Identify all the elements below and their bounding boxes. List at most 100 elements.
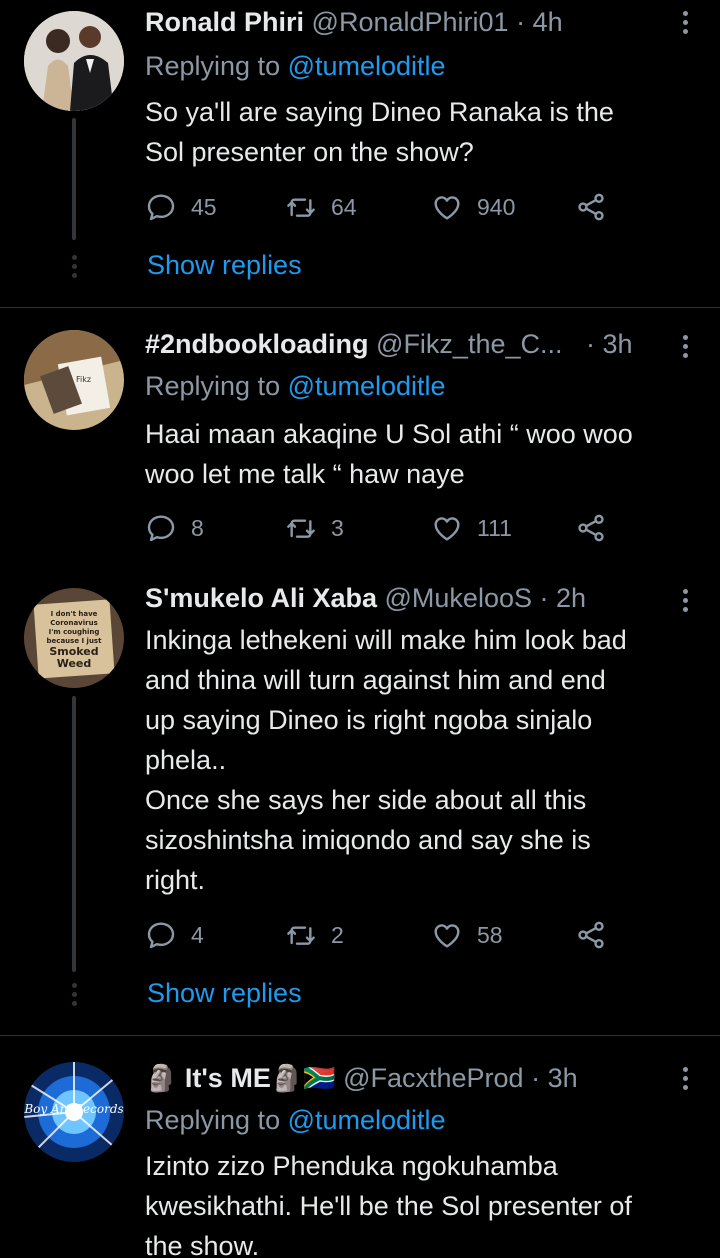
more-vertical-icon[interactable] — [680, 332, 690, 362]
tweet-text-line: Haai maan akaqine U Sol athi “ woo woo — [145, 419, 633, 449]
avatar-sign-line: I don't have — [50, 610, 98, 618]
avatar-sign-line: Coronavirus — [50, 619, 98, 627]
avatar-text: Boy Art Records — [24, 1102, 124, 1116]
thread-dots — [70, 255, 78, 282]
thread-line — [72, 696, 76, 972]
reply-count: 8 — [191, 514, 204, 541]
tweet-ronald-phiri[interactable]: Ronald Phiri @RonaldPhiri01 · 4h Replyin… — [0, 0, 720, 308]
display-name[interactable]: S'mukelo Ali Xaba — [145, 583, 377, 613]
reply-button[interactable]: 8 — [145, 508, 204, 548]
action-bar: 8 3 111 — [145, 508, 625, 548]
avatar-sign-line: Weed — [56, 657, 92, 670]
tweet-text-line: and thina will turn against him and end — [145, 665, 606, 695]
user-handle[interactable]: @FacxtheProd — [343, 1063, 523, 1093]
separator-dot: · — [516, 7, 526, 37]
mention-link[interactable]: @tumeloditle — [288, 371, 446, 401]
tweet-smukelo-ali-xaba[interactable]: I don't have Coronavirus I'm coughing be… — [0, 572, 720, 1034]
heart-icon — [434, 924, 460, 948]
timestamp[interactable]: 3h — [603, 329, 633, 359]
share-icon — [578, 514, 604, 542]
reply-count: 4 — [191, 921, 204, 948]
retweet-icon — [287, 926, 315, 945]
tweet-text: So ya'll are saying Dineo Ranaka is the … — [145, 92, 705, 172]
tweet-text-line: Once she says her side about all this — [145, 785, 587, 815]
share-button[interactable] — [575, 187, 607, 227]
replying-to: Replying to @tumeloditle — [145, 366, 446, 406]
replying-prefix: Replying to — [145, 51, 288, 81]
tweet-its-me[interactable]: Boy Art Records 🗿 It's ME🗿🇿🇦 @FacxthePro… — [0, 1036, 720, 1258]
timestamp[interactable]: 2h — [556, 583, 586, 613]
mention-link[interactable]: @tumeloditle — [288, 51, 446, 81]
tweet-header: 🗿 It's ME🗿🇿🇦 @FacxtheProd · 3h — [145, 1058, 578, 1098]
tweet-text-line: Inkinga lethekeni will make him look bad — [145, 625, 627, 655]
tweet-text-line: Izinto zizo Phenduka ngokuhamba — [145, 1151, 558, 1181]
thread-dots — [70, 983, 78, 1010]
reply-icon — [147, 515, 175, 542]
reply-icon — [147, 194, 175, 221]
more-vertical-icon[interactable] — [680, 586, 690, 616]
retweet-icon — [287, 198, 315, 217]
retweet-button[interactable]: 3 — [285, 508, 344, 548]
share-button[interactable] — [575, 508, 607, 548]
more-vertical-icon[interactable] — [680, 8, 690, 38]
moai-emoji: 🗿 — [145, 1063, 178, 1093]
like-button[interactable]: 111 — [431, 508, 512, 548]
like-button[interactable]: 58 — [431, 915, 503, 955]
mention-link[interactable]: @tumeloditle — [288, 1105, 446, 1135]
avatar-sign: I don't have Coronavirus I'm coughing be… — [24, 610, 124, 670]
like-count: 58 — [477, 921, 503, 948]
tweet-text: Izinto zizo Phenduka ngokuhamba kwesikha… — [145, 1146, 705, 1258]
avatar[interactable]: I don't have Coronavirus I'm coughing be… — [24, 588, 124, 688]
display-name[interactable]: #2ndbookloading — [145, 329, 369, 359]
retweet-icon — [287, 519, 315, 538]
heart-icon — [434, 517, 460, 541]
like-button[interactable]: 940 — [431, 187, 515, 227]
avatar[interactable] — [24, 11, 124, 111]
tweet-text-line: the show. — [145, 1231, 260, 1258]
retweet-count: 3 — [331, 514, 344, 541]
tweet-text-line: sizoshintsha imiqondo and say she is — [145, 825, 591, 855]
reply-count: 45 — [191, 193, 217, 220]
tweet-header: Ronald Phiri @RonaldPhiri01 · 4h — [145, 2, 563, 42]
like-count: 940 — [477, 193, 516, 220]
replying-prefix: Replying to — [145, 1105, 288, 1135]
moai-flag-emoji: 🗿🇿🇦 — [270, 1063, 336, 1093]
action-bar: 45 64 940 — [145, 187, 625, 227]
tweet-header: #2ndbookloading @Fikz_the_C... · 3h — [145, 324, 633, 364]
retweet-button[interactable]: 64 — [285, 187, 357, 227]
tweet-2ndbookloading[interactable]: Fikz #2ndbookloading @Fikz_the_C... · 3h… — [0, 308, 720, 558]
show-replies-link[interactable]: Show replies — [147, 245, 302, 285]
tweet-header: S'mukelo Ali Xaba @MukelooS · 2h — [145, 578, 586, 618]
avatar[interactable]: Boy Art Records — [24, 1062, 124, 1162]
svg-text:Fikz: Fikz — [76, 375, 91, 384]
share-button[interactable] — [575, 915, 607, 955]
separator-dot: · — [586, 329, 596, 359]
replying-prefix: Replying to — [145, 371, 288, 401]
reply-button[interactable]: 45 — [145, 187, 217, 227]
tweet-text-line: kwesikhathi. He'll be the Sol presenter … — [145, 1191, 632, 1221]
tweet-text-line: up saying Dineo is right ngoba sinjalo — [145, 705, 593, 735]
display-name[interactable]: It's ME — [185, 1063, 271, 1093]
avatar[interactable]: Fikz — [24, 330, 124, 430]
replying-to: Replying to @tumeloditle — [145, 1100, 446, 1140]
retweet-button[interactable]: 2 — [285, 915, 344, 955]
retweet-count: 64 — [331, 193, 357, 220]
replying-to: Replying to @tumeloditle — [145, 46, 446, 86]
show-replies-link[interactable]: Show replies — [147, 973, 302, 1013]
separator-dot: · — [531, 1063, 541, 1093]
more-vertical-icon[interactable] — [680, 1064, 690, 1094]
reply-button[interactable]: 4 — [145, 915, 204, 955]
tweet-text-line: Sol presenter on the show? — [145, 137, 474, 167]
timestamp[interactable]: 4h — [533, 7, 563, 37]
avatar-sign-line: I'm coughing — [48, 628, 100, 636]
display-name[interactable]: Ronald Phiri — [145, 7, 304, 37]
tweet-text-line: So ya'll are saying Dineo Ranaka is the — [145, 97, 614, 127]
share-icon — [578, 193, 604, 221]
tweet-text: Haai maan akaqine U Sol athi “ woo woo w… — [145, 414, 705, 494]
share-icon — [578, 921, 604, 949]
user-handle[interactable]: @Fikz_the_C... — [376, 329, 562, 359]
action-bar: 4 2 58 — [145, 915, 625, 955]
timestamp[interactable]: 3h — [548, 1063, 578, 1093]
user-handle[interactable]: @RonaldPhiri01 — [312, 7, 509, 37]
user-handle[interactable]: @MukelooS — [385, 583, 532, 613]
